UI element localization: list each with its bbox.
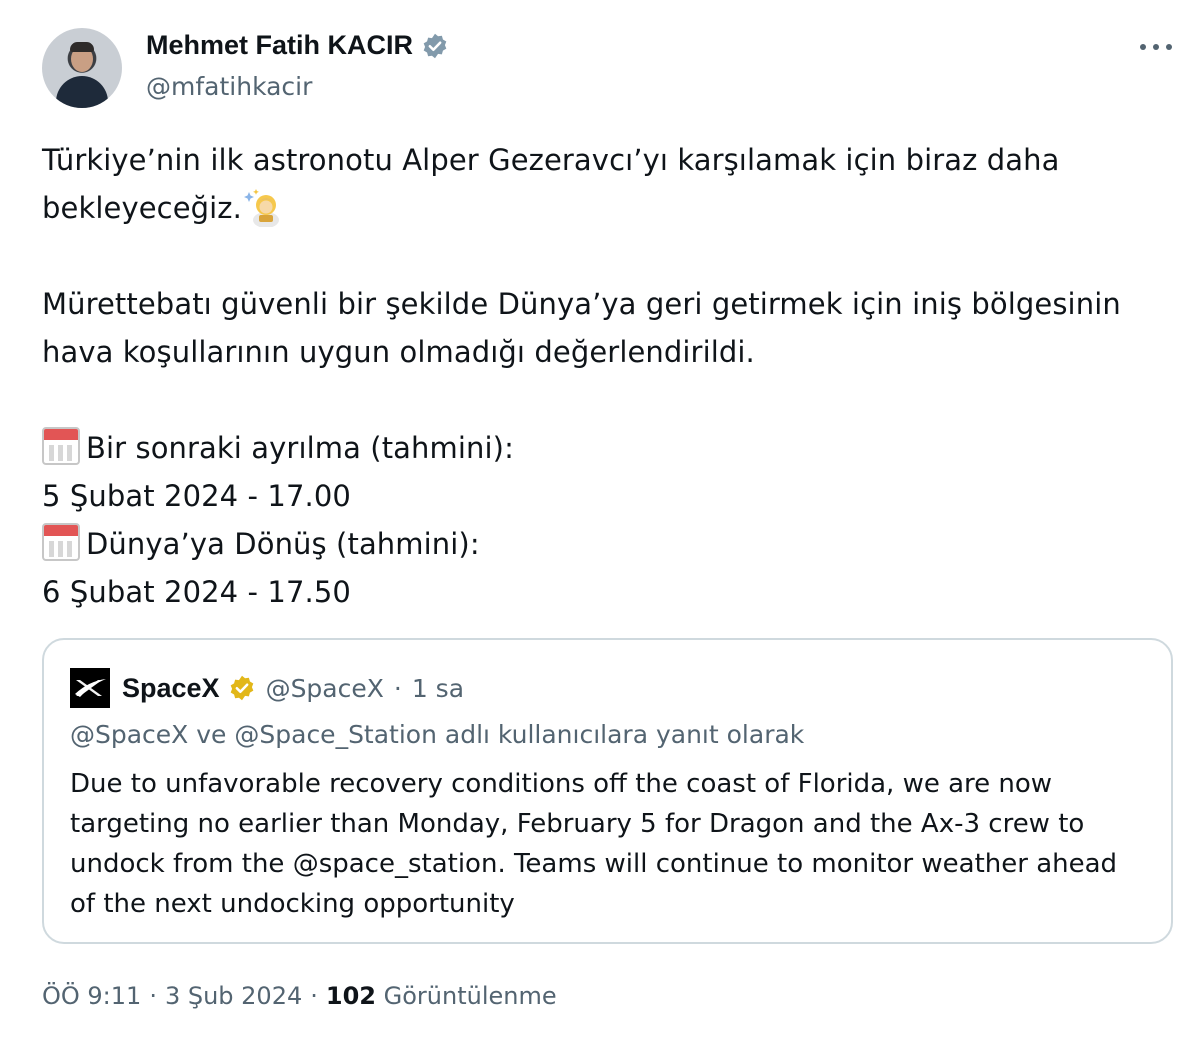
views-count-group[interactable]: 102 Görüntülenme [326,982,557,1010]
tweet-line: 5 Şubat 2024 - 17.00 [42,479,351,513]
author-handle[interactable]: @mfatihkacir [146,72,312,101]
reply-context: @SpaceX ve @Space_Station adlı kullanıcı… [70,720,805,749]
post-date[interactable]: 3 Şub 2024 [165,982,302,1010]
spacex-logo-icon [75,679,106,697]
tweet-line: hava koşullarının uygun olmadığı değerle… [42,335,755,369]
author-avatar[interactable] [42,28,122,108]
quoted-line: Due to unfavorable recovery conditions o… [70,769,1053,799]
calendar-icon [42,523,80,561]
quoted-line: of the next undocking opportunity [70,889,515,919]
quoted-timestamp[interactable]: 1 sa [412,674,464,703]
quoted-line: undock from the @space_station. Teams wi… [70,849,1118,879]
tweet-line: Bir sonraki ayrılma (tahmini): [42,424,1172,472]
tweet-line: Dünya’ya Dönüş (tahmini): [42,520,1172,568]
tweet-line: 6 Şubat 2024 - 17.50 [42,575,351,609]
views-count: 102 [325,982,376,1010]
separator-dot: · [393,673,402,703]
astronaut-sparkles-icon [242,187,282,228]
separator-dot: · [149,982,157,1010]
verified-badge-icon [421,32,449,60]
tweet-line: Türkiye’nin ilk astronotu Alper Gezeravc… [42,143,1060,177]
separator-dot: · [310,982,318,1010]
author-display-name[interactable]: Mehmet Fatih KACIR [146,30,413,61]
calendar-icon [42,427,80,465]
author-name-row: Mehmet Fatih KACIR [146,30,449,61]
tweet-meta: ÖÖ 9:11 · 3 Şub 2024 · 102 Görüntülenme [42,982,557,1010]
more-options-icon[interactable] [1136,34,1176,60]
quoted-display-name[interactable]: SpaceX [122,673,220,704]
gold-verified-badge-icon [228,674,256,702]
tweet-text: Türkiye’nin ilk astronotu Alper Gezeravc… [42,136,1172,616]
quoted-line: targeting no earlier than Monday, Februa… [70,809,1085,839]
views-label: Görüntülenme [383,982,557,1010]
quoted-tweet-header: SpaceX @SpaceX · 1 sa [70,668,464,708]
spacex-avatar[interactable] [70,668,110,708]
tweet: Mehmet Fatih KACIR @mfatihkacir Türkiye’… [0,0,1200,1050]
tweet-line-with-emoji: bekleyeceğiz. [42,184,1172,232]
quoted-handle[interactable]: @SpaceX [266,674,384,703]
quoted-tweet[interactable]: SpaceX @SpaceX · 1 sa @SpaceX ve @Space_… [42,638,1173,944]
post-time[interactable]: ÖÖ 9:11 [42,982,141,1010]
quoted-tweet-text: Due to unfavorable recovery conditions o… [70,764,1150,924]
tweet-line: Mürettebatı güvenli bir şekilde Dünya’ya… [42,287,1121,321]
